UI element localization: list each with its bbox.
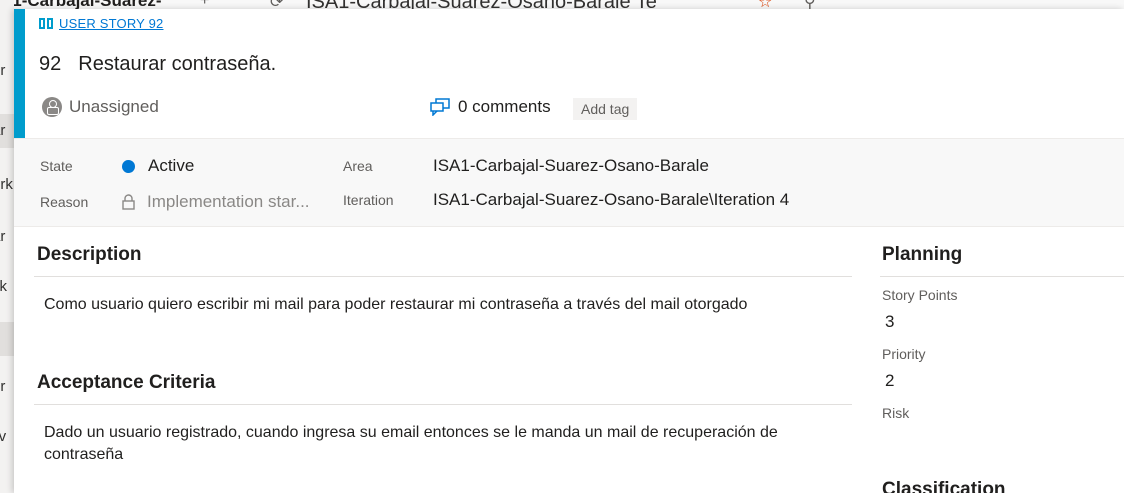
area-field[interactable]: Area ISA1-Carbajal-Suarez-Osano-Barale: [343, 156, 709, 176]
reason-label: Reason: [40, 194, 89, 210]
iteration-label: Iteration: [343, 192, 394, 208]
background-fragment: er: [0, 378, 6, 395]
classification-title: Classification: [882, 479, 1006, 493]
fields-band: State Active Reason Implementation star.…: [14, 138, 1124, 227]
comments-icon: [430, 98, 450, 116]
assignee-picker[interactable]: Unassigned: [42, 97, 159, 117]
work-item-type-link[interactable]: USER STORY 92: [59, 16, 163, 31]
work-item-type-color-bar: [14, 9, 25, 138]
iteration-field[interactable]: Iteration ISA1-Carbajal-Suarez-Osano-Bar…: [343, 190, 789, 210]
story-points-label: Story Points: [882, 287, 958, 303]
background-sidebar: er ar ork ar ck ri er liv: [0, 0, 14, 493]
state-value: Active: [148, 156, 195, 175]
lock-icon: [122, 194, 135, 210]
work-item-id: 92: [39, 53, 62, 75]
background-header: A1-Carbajal-Suarez- + ⟳ ISA1-Carbajal-Su…: [0, 0, 1124, 9]
planning-title: Planning: [882, 244, 963, 265]
work-item-dialog: USER STORY 92 92 Restaurar contraseña. U…: [14, 9, 1124, 493]
background-window-title: ISA1-Carbajal-Suarez-Osano-Barale Te: [306, 0, 657, 9]
area-value: ISA1-Carbajal-Suarez-Osano-Barale: [433, 156, 709, 175]
iteration-value: ISA1-Carbajal-Suarez-Osano-Barale\Iterat…: [433, 190, 790, 209]
acceptance-criteria-divider: [34, 404, 852, 405]
comments-link[interactable]: 0 comments: [430, 97, 551, 117]
background-board-title: A1-Carbajal-Suarez-: [0, 0, 162, 9]
story-points-field[interactable]: 3: [885, 312, 894, 332]
priority-label: Priority: [882, 346, 926, 362]
description-divider: [34, 276, 852, 277]
area-label: Area: [343, 158, 373, 174]
work-item-type: USER STORY 92: [39, 16, 163, 31]
state-field[interactable]: State Active: [40, 156, 194, 176]
acceptance-criteria-title: Acceptance Criteria: [37, 372, 216, 393]
planning-divider: [880, 276, 1124, 277]
description-title: Description: [37, 244, 142, 265]
priority-field[interactable]: 2: [885, 371, 894, 391]
state-label: State: [40, 158, 73, 174]
acceptance-criteria-text[interactable]: Dado un usuario registrado, cuando ingre…: [44, 422, 852, 466]
comments-count: 0 comments: [458, 97, 551, 116]
refresh-icon: ⟳: [270, 0, 284, 9]
book-icon: [39, 18, 53, 29]
background-band: [0, 322, 14, 356]
avatar: [42, 97, 62, 117]
background-fragment: er: [0, 62, 6, 79]
background-fragment: ar: [0, 228, 6, 245]
background-fragment: ork: [0, 176, 13, 193]
add-icon: +: [200, 0, 210, 9]
star-icon: ☆: [758, 0, 773, 9]
reason-value: Implementation star...: [147, 192, 310, 211]
background-fragment: ar: [0, 122, 6, 139]
reason-field: Reason Implementation star...: [40, 192, 310, 212]
risk-label: Risk: [882, 405, 910, 421]
description-text[interactable]: Como usuario quiero escribir mi mail par…: [44, 294, 844, 316]
state-indicator-icon: [122, 159, 135, 173]
assignee-name: Unassigned: [69, 97, 159, 116]
background-fragment: ck: [0, 278, 7, 295]
background-fragment: liv: [0, 428, 7, 445]
work-item-title[interactable]: Restaurar contraseña.: [78, 53, 276, 76]
work-item-title-row: 92 Restaurar contraseña.: [39, 53, 276, 76]
add-tag-button[interactable]: Add tag: [573, 98, 638, 120]
follow-icon: ⚲: [804, 0, 816, 9]
work-item-meta-row: Unassigned 0 comments Add tag: [42, 97, 1112, 125]
